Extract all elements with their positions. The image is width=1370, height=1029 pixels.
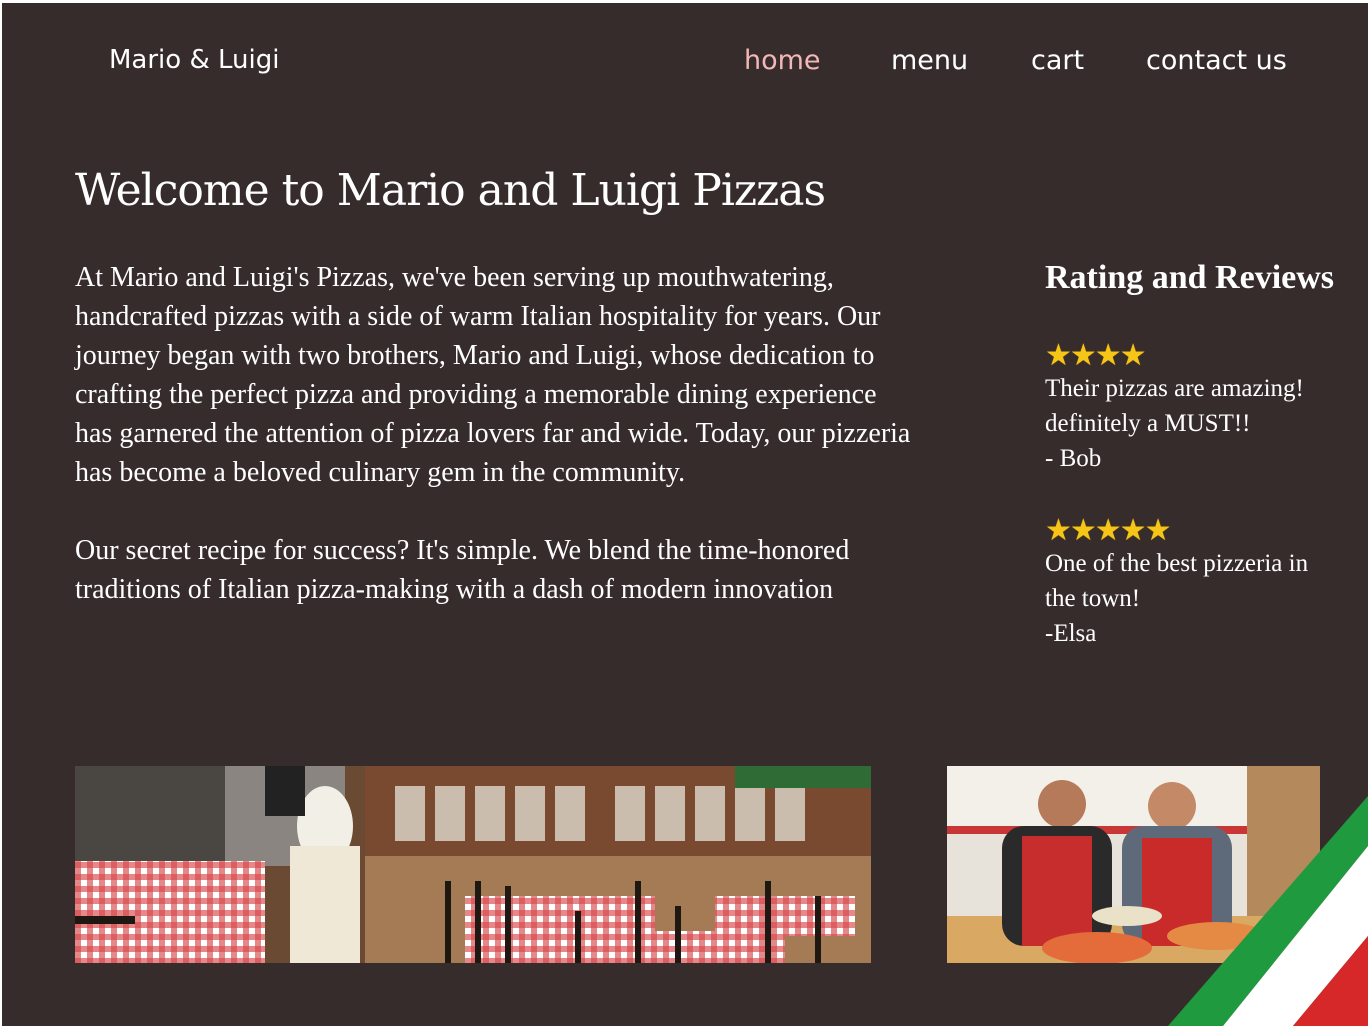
nav-menu[interactable]: menu [891,45,968,76]
review-text: One of the best pizzeria in the town! [1045,550,1309,612]
page-title: Welcome to Mario and Luigi Pizzas [75,165,826,216]
nav-home[interactable]: home [744,45,821,76]
review-card: ★★★★ Their pizzas are amazing! definitel… [1045,341,1335,476]
reviews-title: Rating and Reviews [1045,259,1335,296]
star-rating-icon: ★★★★★ [1045,514,1171,547]
italian-flag-corner-decoration [1168,796,1368,1026]
nav-contact-us[interactable]: contact us [1146,45,1287,76]
intro-paragraph-2: Our secret recipe for success? It's simp… [75,535,850,605]
intro-text: At Mario and Luigi's Pizzas, we've been … [75,258,915,609]
review-text: Their pizzas are amazing! definitely a M… [1045,375,1304,437]
review-author: -Elsa [1045,620,1097,647]
page: Mario & Luigi home menu cart contact us … [2,3,1368,1026]
intro-paragraph-1: At Mario and Luigi's Pizzas, we've been … [75,262,911,488]
restaurant-interior-photo [75,766,871,963]
brand-logo[interactable]: Mario & Luigi [109,45,279,75]
review-card: ★★★★★ One of the best pizzeria in the to… [1045,516,1335,651]
review-author: - Bob [1045,445,1102,472]
star-rating-icon: ★★★★ [1045,339,1147,372]
nav-cart[interactable]: cart [1031,45,1084,76]
